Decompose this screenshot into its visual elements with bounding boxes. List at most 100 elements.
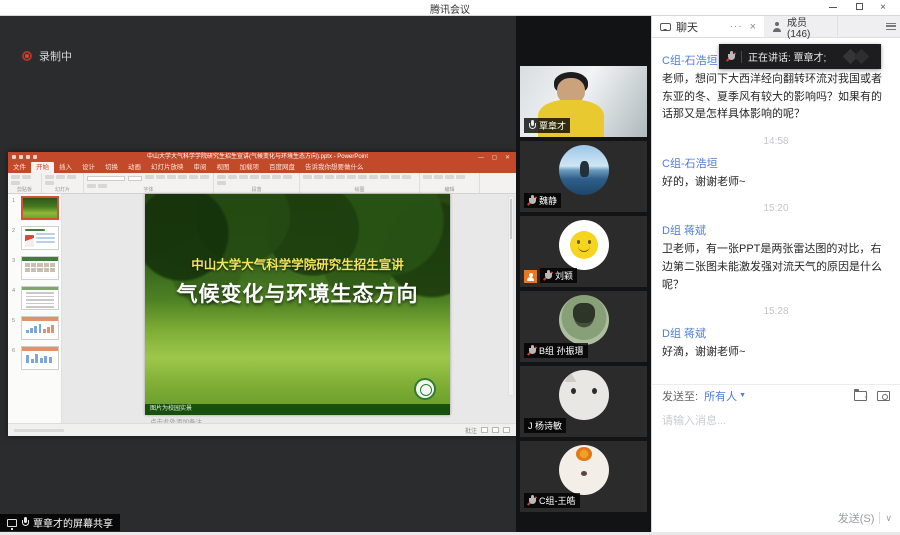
screenshot-button[interactable] — [877, 391, 890, 401]
meeting-logo-icon — [843, 49, 873, 65]
ppt-ribbon-tabs: 文件开始插入设计切换动画幻灯片放映审阅视图加载项百度网盘告诉我你想要做什么 — [8, 162, 516, 173]
ppt-tab-审阅[interactable]: 审阅 — [189, 162, 212, 173]
ppt-ribbon-group-字体: 字体 — [84, 173, 214, 193]
slide-thumbnail-2[interactable] — [21, 226, 59, 250]
ppt-ribbon: 剪贴板幻灯片字体段落绘图编辑 — [8, 173, 516, 194]
mic-muted-icon — [528, 195, 536, 206]
share-banner-label: 覃章才的屏幕共享 — [33, 515, 113, 530]
ppt-editor-scrollbar[interactable] — [508, 196, 514, 396]
message-sender[interactable]: D组 蒋斌 — [662, 222, 890, 238]
window-title: 腾讯会议 — [0, 1, 900, 16]
ppt-editor-area: 中山大学大气科学学院研究生招生宣讲 气候变化与环境生态方向 图片为校园实景 点击… — [62, 194, 516, 423]
chat-message: D组 蒋斌好滴，谢谢老师~ — [662, 325, 890, 362]
ppt-tab-切换[interactable]: 切换 — [100, 162, 123, 173]
ppt-tab-设计[interactable]: 设计 — [77, 162, 100, 173]
send-to-label: 发送至: — [662, 388, 698, 404]
speaking-label: 正在讲话: 覃章才; — [748, 49, 826, 64]
video-tile-覃章才[interactable]: 覃章才 — [520, 66, 647, 137]
thumbnail-number: 5 — [12, 318, 15, 324]
send-button[interactable]: 发送(S) — [838, 510, 875, 526]
recording-indicator: 录制中 — [22, 48, 72, 64]
mic-muted-icon — [727, 51, 735, 62]
chat-panel: 聊天 ··· × 成员(146) 正在讲话: 覃章才; C组-石浩垣老师，想问下… — [651, 16, 900, 532]
tab-members[interactable]: 成员(146) — [764, 16, 838, 37]
panel-menu-button[interactable] — [882, 16, 900, 37]
slide-subtitle: 中山大学大气科学学院研究生招生宣讲 — [145, 254, 450, 273]
ppt-ribbon-group-段落: 段落 — [214, 173, 300, 193]
ppt-status-left-text — [14, 429, 64, 432]
video-tile-刘颖[interactable]: 刘颖 — [520, 216, 647, 287]
ppt-view-slideshow-icon[interactable] — [503, 427, 510, 433]
chat-message-input[interactable] — [652, 406, 900, 506]
chat-tab-close-button[interactable]: × — [750, 21, 756, 33]
ppt-tab-幻灯片放映[interactable]: 幻灯片放映 — [146, 162, 189, 173]
slide-thumbnail-6[interactable] — [21, 346, 59, 370]
thumbnail-number: 1 — [12, 198, 15, 204]
send-to-row: 发送至: 所有人▼ ⌄ — [652, 384, 900, 406]
participant-name-tag: C组-王皓 — [524, 493, 580, 508]
ppt-current-slide[interactable]: 中山大学大气科学学院研究生招生宣讲 气候变化与环境生态方向 图片为校园实景 — [145, 194, 450, 415]
ppt-status-bar: 批注 — [8, 423, 516, 436]
send-options-chevron-icon[interactable]: ∨ — [885, 513, 892, 524]
ppt-tab-插入[interactable]: 插入 — [54, 162, 77, 173]
ppt-tab-文件[interactable]: 文件 — [8, 162, 31, 173]
slide-thumbnail-4[interactable] — [21, 286, 59, 310]
ppt-comments-button[interactable]: 批注 — [465, 426, 477, 435]
ppt-ribbon-group-绘图: 绘图 — [300, 173, 420, 193]
video-tile-B组 孙振瑨[interactable]: B组 孙振瑨 — [520, 291, 647, 362]
chat-bubble-icon — [660, 23, 671, 31]
mic-muted-icon — [528, 345, 536, 356]
tab-chat[interactable]: 聊天 ··· × — [652, 16, 764, 37]
ppt-tab-加载项[interactable]: 加载项 — [235, 162, 265, 173]
close-button[interactable]: × — [872, 2, 894, 14]
slide-thumbnail-5[interactable] — [21, 316, 59, 340]
message-sender[interactable]: C组-石浩垣 — [662, 155, 890, 171]
chat-tab-bar: 聊天 ··· × 成员(146) — [652, 16, 900, 38]
ppt-quick-access-toolbar[interactable] — [12, 155, 37, 159]
participant-video-list: 覃章才魏静刘颖 B组 孙振瑨 J 杨诗敏 C组-王皓 — [516, 16, 651, 532]
avatar — [559, 220, 609, 270]
speaking-toast: 正在讲话: 覃章才; — [719, 44, 881, 69]
mic-on-icon — [21, 517, 29, 528]
message-sender[interactable]: D组 蒋斌 — [662, 325, 890, 341]
ppt-titlebar: 中山大学大气科学学院研究生招生宣讲(气候变化与环境生态方向).pptx - Po… — [8, 152, 516, 162]
ppt-tab-开始[interactable]: 开始 — [31, 162, 54, 173]
participant-name-tag: J 杨诗敏 — [524, 418, 566, 433]
slide-thumbnail-1[interactable] — [21, 196, 59, 220]
participant-name-tag: 刘颖 — [540, 268, 577, 283]
recording-label: 录制中 — [39, 48, 72, 64]
slide-thumbnail-3[interactable] — [21, 256, 59, 280]
ppt-tab-动画[interactable]: 动画 — [123, 162, 146, 173]
ppt-tab-视图[interactable]: 视图 — [212, 162, 235, 173]
members-icon — [772, 22, 782, 32]
thumbnail-number: 2 — [12, 228, 15, 234]
video-tile-J 杨诗敏[interactable]: J 杨诗敏 — [520, 366, 647, 437]
maximize-button[interactable] — [848, 2, 870, 14]
video-tile-C组-王皓[interactable]: C组-王皓 — [520, 441, 647, 512]
avatar — [559, 445, 609, 495]
ppt-window-controls[interactable]: — ▢ ✕ — [478, 154, 513, 161]
send-to-dropdown[interactable]: 所有人▼ — [704, 388, 746, 404]
thumbnail-number: 6 — [12, 348, 15, 354]
slide-title: 气候变化与环境生态方向 — [145, 278, 450, 308]
video-tile-魏静[interactable]: 魏静 — [520, 141, 647, 212]
message-timestamp: 14:58 — [652, 136, 900, 147]
folder-icon — [854, 391, 867, 401]
ppt-tab-百度网盘[interactable]: 百度网盘 — [264, 162, 300, 173]
ppt-tab-告诉我你想要做什么[interactable]: 告诉我你想要做什么 — [300, 162, 369, 173]
send-file-button[interactable]: ⌄ — [854, 391, 869, 401]
mic-muted-icon — [544, 270, 552, 281]
chat-tab-more-button[interactable]: ··· — [730, 21, 743, 32]
thumbnail-number: 4 — [12, 288, 15, 294]
powerpoint-window: 中山大学大气科学学院研究生招生宣讲(气候变化与环境生态方向).pptx - Po… — [8, 152, 516, 436]
message-text: 好的，谢谢老师~ — [662, 174, 890, 192]
participant-name-tag: 覃章才 — [524, 118, 570, 133]
screen-share-banner: 覃章才的屏幕共享 — [0, 514, 120, 531]
ppt-view-sorter-icon[interactable] — [492, 427, 499, 433]
message-timestamp: 15:28 — [652, 306, 900, 317]
mic-on-icon — [528, 120, 536, 131]
chat-message: D组 蒋斌卫老师，有一张PPT是两张雷达图的对比，右边第二张图未能激发强对流天气… — [662, 222, 890, 294]
minimize-button[interactable] — [822, 2, 844, 14]
ppt-view-normal-icon[interactable] — [481, 427, 488, 433]
host-badge-icon — [524, 270, 537, 283]
